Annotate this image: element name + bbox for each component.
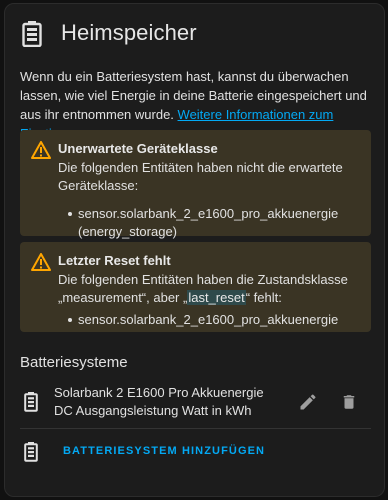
list-item: sensor.solarbank_2_e1600_pro_akkuenergie bbox=[68, 311, 358, 329]
alert-title: Letzter Reset fehlt bbox=[58, 253, 171, 268]
battery-system-detail: DC Ausgangsleistung Watt in kWh bbox=[54, 403, 252, 418]
warning-icon bbox=[31, 141, 51, 159]
alert-message: Die folgenden Entitäten haben die Zustan… bbox=[58, 272, 348, 305]
entity-list: sensor.solarbank_2_e1600_pro_akkuenergie… bbox=[58, 205, 358, 241]
alert-message-end: “ fehlt: bbox=[245, 290, 282, 305]
battery-icon bbox=[24, 442, 38, 462]
battery-storage-card: Heimspeicher Wenn du ein Batteriesystem … bbox=[4, 3, 385, 497]
battery-icon bbox=[22, 21, 42, 47]
alert-title: Unerwartete Geräteklasse bbox=[58, 141, 218, 156]
page-title: Heimspeicher bbox=[61, 20, 197, 45]
add-battery-system-button[interactable]: BATTERIESYSTEM HINZUFÜGEN bbox=[55, 442, 273, 464]
entity-list: sensor.solarbank_2_e1600_pro_akkuenergie bbox=[58, 311, 358, 329]
add-battery-row: BATTERIESYSTEM HINZUFÜGEN bbox=[5, 436, 384, 472]
battery-system-label: Solarbank 2 E1600 Pro Akkuenergie DC Aus… bbox=[54, 384, 264, 420]
highlighted-attribute: last_reset bbox=[187, 290, 246, 305]
battery-system-row: Solarbank 2 E1600 Pro Akkuenergie DC Aus… bbox=[5, 378, 384, 426]
warning-icon bbox=[31, 253, 51, 271]
pencil-icon[interactable] bbox=[298, 392, 318, 412]
trash-icon[interactable] bbox=[340, 392, 358, 412]
unexpected-device-class-alert: Unerwartete Geräteklasse Die folgenden E… bbox=[20, 130, 371, 239]
divider bbox=[20, 428, 371, 429]
card-header: Heimspeicher bbox=[5, 4, 384, 60]
alert-body: Die folgenden Entitäten haben die Zustan… bbox=[58, 271, 358, 329]
section-title: Batteriesysteme bbox=[20, 354, 128, 371]
battery-icon bbox=[24, 392, 38, 412]
battery-system-name: Solarbank 2 E1600 Pro Akkuenergie bbox=[54, 385, 264, 400]
alert-message: Die folgenden Entitäten haben nicht die … bbox=[58, 160, 343, 193]
missing-last-reset-alert: Letzter Reset fehlt Die folgenden Entitä… bbox=[20, 242, 371, 332]
alert-body: Die folgenden Entitäten haben nicht die … bbox=[58, 159, 358, 241]
list-item: sensor.solarbank_2_e1600_pro_akkuenergie… bbox=[68, 205, 358, 241]
